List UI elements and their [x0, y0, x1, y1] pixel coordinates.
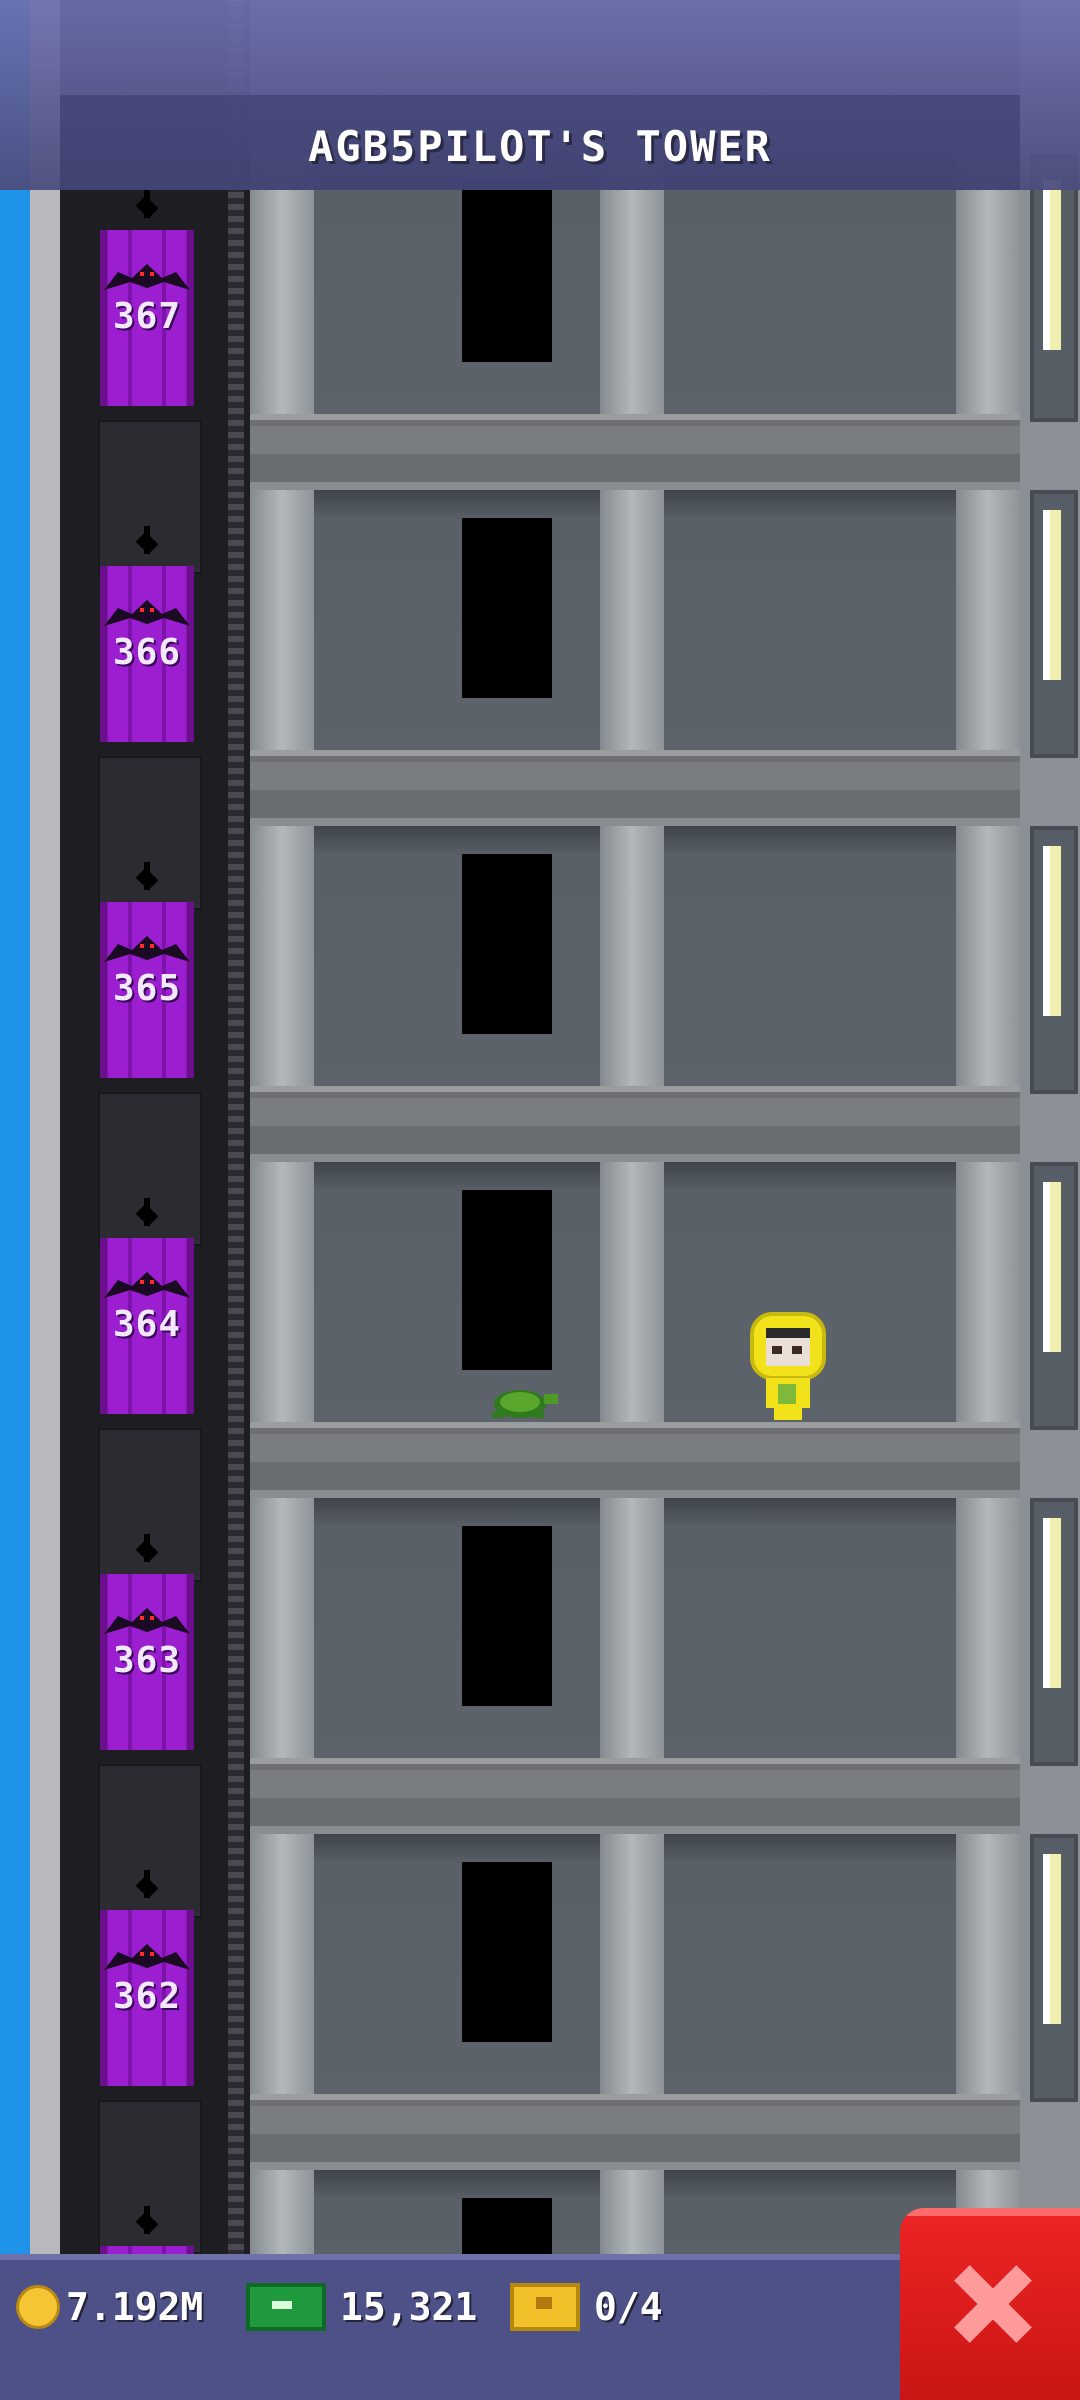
pillar — [250, 1498, 314, 1758]
lamp-icon — [1043, 1182, 1061, 1352]
lamp-icon — [1043, 1518, 1061, 1688]
floor-number: 362 — [112, 1976, 182, 2017]
floor-slab — [250, 1422, 1020, 1498]
floor-number: 367 — [112, 296, 182, 337]
elevator-cable-icon — [140, 190, 154, 218]
close-icon — [952, 2264, 1032, 2344]
bat-icon — [104, 264, 190, 290]
elevator-car[interactable]: 362 — [100, 1910, 194, 2086]
floor-doorway — [462, 1526, 552, 1706]
lamp-icon — [1043, 510, 1061, 680]
floor-slab — [250, 750, 1020, 826]
pillar — [250, 490, 314, 750]
bat-icon — [104, 1272, 190, 1298]
game-view: 367 366 365 364 363 362 AGB5PILOT'S TOWE… — [0, 0, 1080, 2400]
tower-title: AGB5PILOT'S TOWER — [308, 122, 772, 171]
tower-edge — [30, 0, 60, 2400]
floor-doorway — [462, 1862, 552, 2042]
floor-room[interactable] — [250, 1498, 1020, 1834]
pillar — [600, 826, 664, 1086]
elevator-car[interactable]: 364 — [100, 1238, 194, 1414]
elevator-car[interactable]: 367 — [100, 230, 194, 406]
pillar — [956, 826, 1020, 1086]
floor-room[interactable] — [250, 154, 1020, 490]
pillar — [600, 154, 664, 414]
floor-doorway — [462, 854, 552, 1034]
floor-doorway — [462, 1190, 552, 1370]
turtle-icon[interactable] — [484, 1380, 564, 1420]
elevator-car[interactable]: 365 — [100, 902, 194, 1078]
lamp-icon — [1043, 846, 1061, 1016]
close-button[interactable] — [900, 2208, 1080, 2400]
floor-number: 366 — [112, 632, 182, 673]
elevator-cable-icon — [140, 1534, 154, 1562]
pillar — [956, 1498, 1020, 1758]
bat-icon — [104, 1944, 190, 1970]
elevator-car[interactable]: 366 — [100, 566, 194, 742]
bitizen-yellow-hood[interactable] — [748, 1312, 828, 1422]
pillar — [600, 1498, 664, 1758]
floor-room[interactable] — [250, 826, 1020, 1162]
coin-icon — [16, 2285, 60, 2329]
elevator-cable-icon — [140, 1198, 154, 1226]
floor-room[interactable] — [250, 490, 1020, 826]
elevator-cable-icon — [140, 1870, 154, 1898]
bat-icon — [104, 1608, 190, 1634]
pillar — [956, 490, 1020, 750]
bux-icon — [246, 2283, 326, 2331]
bat-icon — [104, 600, 190, 626]
coins-counter[interactable]: 7.192M — [16, 2282, 203, 2332]
bux-counter[interactable]: 15,321 — [246, 2282, 477, 2332]
elevator-cable-icon — [140, 862, 154, 890]
floor-slab — [250, 414, 1020, 490]
floor-slab — [250, 1086, 1020, 1162]
pillar — [250, 1834, 314, 2094]
elevator-cable-icon — [140, 2206, 154, 2234]
pillar — [600, 490, 664, 750]
floor-number: 363 — [112, 1640, 182, 1681]
pillar — [956, 154, 1020, 414]
pillar — [600, 1162, 664, 1422]
floor-doorway — [462, 182, 552, 362]
lamp-icon — [1043, 1854, 1061, 2024]
pillar — [600, 1834, 664, 2094]
elevator-car[interactable]: 363 — [100, 1574, 194, 1750]
coins-value: 7.192M — [66, 2285, 204, 2329]
floor-slab — [250, 1758, 1020, 1834]
elevator-rail — [228, 0, 244, 2400]
pillar — [250, 154, 314, 414]
floor-room[interactable] — [250, 1162, 1020, 1498]
floor-room[interactable] — [250, 1834, 1020, 2170]
pillar — [956, 1162, 1020, 1422]
quest-value: 0/4 — [594, 2285, 663, 2329]
tower-header: AGB5PILOT'S TOWER — [0, 0, 1080, 190]
floor-doorway — [462, 518, 552, 698]
bat-icon — [104, 936, 190, 962]
floor-number: 365 — [112, 968, 182, 1009]
lamp-icon — [1043, 180, 1061, 350]
pillar — [250, 1162, 314, 1422]
elevator-cable-icon — [140, 526, 154, 554]
pillar — [250, 826, 314, 1086]
bux-value: 15,321 — [340, 2285, 478, 2329]
floor-slab — [250, 2094, 1020, 2170]
chest-icon — [510, 2283, 580, 2331]
floor-number: 364 — [112, 1304, 182, 1345]
sky — [0, 0, 30, 2400]
quest-counter[interactable]: 0/4 — [510, 2282, 663, 2332]
pillar — [956, 1834, 1020, 2094]
